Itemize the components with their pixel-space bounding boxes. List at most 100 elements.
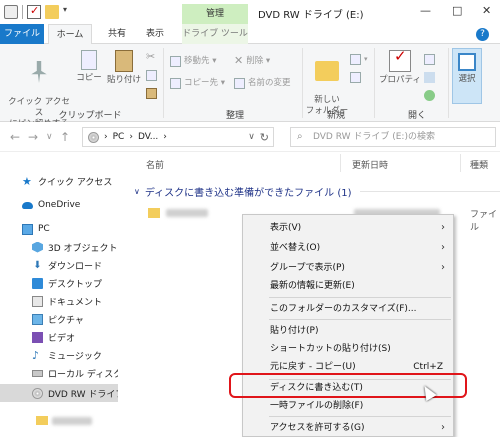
new-item-button[interactable]: ▾ — [350, 52, 368, 66]
paste-shortcut-button[interactable] — [146, 86, 157, 100]
scissors-icon: ✂ — [146, 50, 156, 63]
help-icon[interactable]: ? — [476, 28, 489, 41]
tab-share[interactable]: 共有 — [100, 24, 134, 44]
close-button[interactable]: ✕ — [482, 4, 491, 17]
nav-item-desktop[interactable]: デスクトップ — [0, 274, 118, 292]
tab-drive-tools[interactable]: ドライブ ツール — [182, 24, 248, 44]
nav-item-local-disk[interactable]: ローカル ディスク (C — [0, 364, 118, 382]
nav-item-documents[interactable]: ドキュメント — [0, 292, 118, 310]
breadcrumb-pc[interactable]: PC — [113, 132, 125, 142]
edit-button[interactable] — [424, 70, 435, 84]
rename-label: 名前の変更 — [248, 78, 291, 88]
address-dropdown-icon[interactable]: ∨ — [248, 132, 255, 142]
column-separator[interactable] — [460, 154, 461, 172]
history-button[interactable] — [424, 88, 435, 102]
tab-manage[interactable]: 管理 — [182, 4, 248, 24]
tab-view[interactable]: 表示 — [138, 24, 172, 44]
back-button[interactable]: ← — [10, 130, 20, 144]
new-folder-icon — [315, 61, 339, 81]
tab-file[interactable]: ファイル — [0, 24, 44, 44]
menu-separator — [269, 297, 451, 298]
group-header[interactable]: ∨ ディスクに書き込む準備ができたファイル (1) — [134, 184, 352, 199]
nav-label: デスクトップ — [48, 279, 103, 290]
nav-item-dvd-drive[interactable]: DVD RW ドライブ ( — [0, 384, 118, 402]
menu-item-give-access[interactable]: アクセスを許可する(G) › — [243, 418, 453, 437]
nav-item-pc[interactable]: PC — [0, 220, 118, 238]
copy-button[interactable]: コピー — [74, 50, 104, 84]
copy-path-icon — [146, 69, 157, 81]
refresh-icon[interactable]: ↻ — [260, 131, 269, 144]
easy-access-button[interactable] — [350, 70, 361, 84]
forward-button[interactable]: → — [28, 130, 38, 144]
nav-item-3d-objects[interactable]: 3D オブジェクト — [0, 238, 118, 256]
cube-icon — [32, 241, 43, 253]
search-input[interactable]: ⌕ DVD RW ドライブ (E:)の検索 — [290, 127, 496, 147]
menu-item-refresh[interactable]: 最新の情報に更新(E) — [243, 276, 453, 296]
nav-scrollbar[interactable] — [118, 152, 128, 437]
nav-item-quick-access[interactable]: ★ クイック アクセス — [0, 172, 118, 190]
menu-item-delete-temp-files[interactable]: 一時ファイルの削除(F) — [243, 396, 453, 416]
system-menu-icon[interactable] — [4, 5, 18, 19]
new-folder-button[interactable]: 新しい フォルダー — [304, 50, 350, 117]
restore-button[interactable]: □ — [452, 4, 462, 17]
group-header-label: ディスクに書き込む準備ができたファイル (1) — [144, 188, 352, 199]
nav-item-music[interactable]: ♪ ミュージック — [0, 346, 118, 364]
submenu-arrow-icon: › — [441, 262, 445, 273]
minimize-button[interactable]: — — [420, 4, 431, 17]
copy-to-icon — [170, 77, 181, 89]
rename-button[interactable]: 名前の変更 — [234, 76, 291, 90]
customize-qat-dropdown[interactable]: ▾ — [63, 5, 71, 19]
menu-item-label: このフォルダーのカスタマイズ(F)... — [270, 304, 417, 314]
column-header-type[interactable]: 種類 — [470, 158, 488, 171]
menu-item-sort-by[interactable]: 並べ替え(O) › — [243, 238, 453, 258]
context-menu: 表示(V) › 並べ替え(O) › グループで表示(P) › 最新の情報に更新(… — [242, 214, 454, 437]
menu-item-customize-folder[interactable]: このフォルダーのカスタマイズ(F)... — [243, 299, 453, 319]
nav-item-videos[interactable]: ビデオ — [0, 328, 118, 346]
delete-button[interactable]: ✕ 削除 ▾ — [234, 54, 270, 68]
nav-item-onedrive[interactable]: OneDrive — [0, 196, 118, 214]
folder-icon[interactable] — [148, 208, 160, 218]
navigation-pane: ★ クイック アクセス OneDrive PC 3D オブジェクト ⬇ ダウンロード… — [0, 152, 118, 437]
column-header-date[interactable]: 更新日時 — [352, 158, 388, 171]
nav-item-downloads[interactable]: ⬇ ダウンロード — [0, 256, 118, 274]
menu-item-label: アクセスを許可する(G) — [270, 423, 365, 433]
paste-button[interactable]: 貼り付け — [106, 50, 142, 86]
toolbar-separator — [22, 5, 23, 19]
breadcrumb-separator: › — [104, 132, 108, 142]
menu-item-label: グループで表示(P) — [270, 263, 345, 273]
submenu-arrow-icon: › — [441, 242, 445, 253]
recent-locations-button[interactable]: ∨ — [46, 132, 53, 142]
dvd-drive-icon — [32, 387, 43, 399]
breadcrumb-dvd[interactable]: DV... — [138, 132, 158, 142]
menu-separator — [269, 416, 451, 417]
menu-item-label: 最新の情報に更新(E) — [270, 281, 355, 291]
new-folder-qat-icon[interactable] — [45, 5, 59, 19]
menu-item-view[interactable]: 表示(V) › — [243, 218, 453, 238]
nav-label: ドキュメント — [48, 297, 103, 308]
open-group-label: 開く — [407, 111, 426, 121]
copy-to-button[interactable]: コピー先 ▾ — [170, 76, 225, 90]
select-button[interactable]: 選択 — [452, 48, 482, 104]
document-icon — [32, 295, 43, 307]
menu-item-paste[interactable]: 貼り付け(P) — [243, 321, 453, 341]
copy-to-label: コピー先 ▾ — [184, 78, 225, 88]
search-placeholder: DVD RW ドライブ (E:)の検索 — [313, 132, 435, 142]
cloud-icon — [22, 201, 33, 209]
nav-label: ミュージック — [48, 351, 102, 362]
breadcrumb-separator: › — [163, 132, 167, 142]
column-separator[interactable] — [340, 154, 341, 172]
properties-qat-icon[interactable] — [27, 4, 41, 19]
address-box[interactable]: › PC › DV... › ∨ ↻ — [82, 127, 274, 147]
menu-item-group-by[interactable]: グループで表示(P) › — [243, 258, 453, 278]
cut-button[interactable]: ✂ — [146, 50, 155, 64]
copy-path-button[interactable] — [146, 68, 157, 82]
open-button[interactable] — [424, 52, 435, 66]
ribbon-tabs: ファイル ホーム 共有 表示 ドライブ ツール ? — [0, 24, 500, 45]
properties-button[interactable]: プロパティ — [378, 50, 422, 86]
tab-home[interactable]: ホーム — [48, 24, 92, 45]
nav-item-pictures[interactable]: ピクチャ — [0, 310, 118, 328]
column-header-name[interactable]: 名前 — [146, 158, 164, 171]
up-button[interactable]: ↑ — [60, 130, 70, 144]
menu-item-paste-shortcut[interactable]: ショートカットの貼り付け(S) — [243, 339, 453, 359]
move-to-button[interactable]: 移動先 ▾ — [170, 54, 216, 68]
